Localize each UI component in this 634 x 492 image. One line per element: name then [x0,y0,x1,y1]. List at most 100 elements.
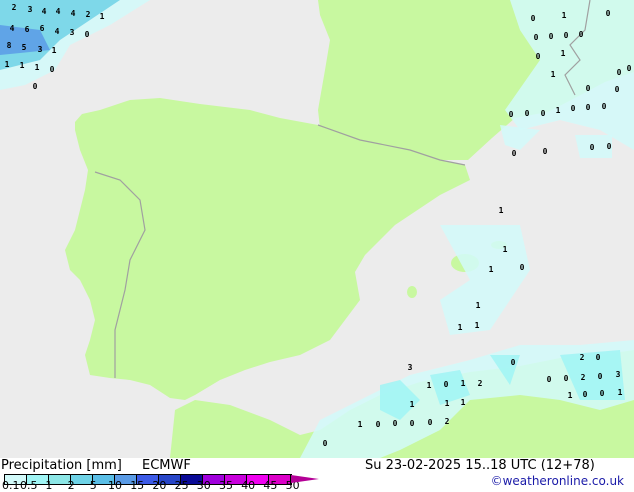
precipitation-map: 2 3 4 4 4 2 14 6 6 4 3 08 5 3 11 1 1 000 1 00 0 0 00 10010 00 0 0 1… [0,0,634,458]
precip-value-label: 0 [598,372,603,381]
precip-value-label: 0 [607,142,612,151]
precip-value-label: 0 [564,31,569,40]
precip-value-label: 1 [410,400,415,409]
precip-value-label: 0 [590,143,595,152]
legend-tick-label: 30 [196,479,211,492]
legend-tick-label: 20 [152,479,167,492]
legend-tick-label: 0.1 [2,479,20,492]
precip-value-label: 3 [616,370,621,379]
precip-value-label: 2 [478,379,483,388]
precip-value-label: 0 [543,147,548,156]
precip-value-label: 0 [512,149,517,158]
precip-value-label: 0 [520,263,525,272]
precip-value-label: 0 [586,84,591,93]
precip-value-label: 3 [28,5,33,14]
precip-value-label: 2 [86,10,91,19]
precip-value-label: 4 [42,7,47,16]
precip-value-label: 3 [408,363,413,372]
legend-tick-label: 25 [174,479,189,492]
precip-value-label: 0 [509,110,514,119]
legend-tick-label: 10 [108,479,122,492]
precip-value-label: 1 [35,63,40,72]
precip-value-label: 4 [55,27,60,36]
precip-value-label: 1 [568,391,573,400]
precip-value-label: 5 [22,43,27,52]
precip-value-label: 1 [499,206,504,215]
island-ibiza [407,286,417,298]
precip-value-label: 0 [615,85,620,94]
legend-tick-label: 2 [67,479,75,492]
legend-tick-label: 0.5 [20,479,38,492]
precip-value-label: 1 [427,381,432,390]
precip-value-label: 4 [10,24,15,33]
valid-time: Su 23-02-2025 15..18 UTC (12+78) [365,458,595,473]
legend-tick-label: 1 [45,479,53,492]
precip-value-label: 0 [579,30,584,39]
precip-value-label: 0 [525,109,530,118]
precip-value-label: 1 [562,11,567,20]
precip-value-label: 6 [25,25,30,34]
precip-value-label: 2 [580,353,585,362]
precip-value-label: 0 [323,439,328,448]
precip-value-label: 0 [393,419,398,428]
legend-tick-label: 35 [219,479,233,492]
precip-value-label: 3 [70,28,75,37]
precip-value-label: 0 [596,353,601,362]
precip-value-label: 0 [531,14,536,23]
precip-value-label: 1 [556,106,561,115]
precip-value-label: 0 [85,30,90,39]
precip-value-label: 1 [475,321,480,330]
legend-tick-label: 15 [130,479,145,492]
precip-value-label: 0 [606,9,611,18]
legend-tick-label: 5 [89,479,97,492]
precip-value-label: 0 [536,52,541,61]
precip-value-label: 2 [581,373,586,382]
precip-value-label: 1 [503,245,508,254]
legend-tick-label: 45 [263,479,278,492]
precip-value-label: 0 [541,109,546,118]
legend-overflow-arrow [291,475,319,483]
precip-value-label: 0 [376,420,381,429]
precip-value-label: 0 [583,390,588,399]
precip-value-label: 0 [534,33,539,42]
precip-value-label: 1 [461,398,466,407]
legend-bar: Precipitation [mm] ECMWF Su 23-02-2025 1… [0,458,634,492]
precip-value-label: 0 [571,104,576,113]
precip-value-label: 0 [444,380,449,389]
precip-value-label: 1 [618,388,623,397]
precip-value-label: 1 [52,46,57,55]
precip-value-label: 1 [358,420,363,429]
precip-value-label: 0 [511,358,516,367]
precip-value-label: 2 [12,3,17,12]
precip-value-label: 0 [564,374,569,383]
precip-value-label: 0 [549,32,554,41]
precip-value-label: 1 [5,60,10,69]
precip-value-label: 1 [461,379,466,388]
precip-value-label: 0 [547,375,552,384]
precip-value-label: 1 [458,323,463,332]
model-name: ECMWF [142,458,191,473]
precip-value-label: 3 [38,45,43,54]
precip-value-label: 0 [586,103,591,112]
precip-value-label: 1 [561,49,566,58]
credit-link[interactable]: ©weatheronline.co.uk [491,474,624,488]
precip-value-label: 0 [617,68,622,77]
precip-value-label: 8 [7,41,12,50]
precip-value-label: 0 [410,419,415,428]
precip-value-label: 4 [71,9,76,18]
precip-value-label: 4 [56,7,61,16]
precip-value-label: 0 [627,64,632,73]
precip-value-label: 1 [476,301,481,310]
precip-value-label: 2 [445,417,450,426]
precip-value-label: 1 [445,399,450,408]
legend-tick-label: 40 [241,479,256,492]
precip-value-label: 1 [551,70,556,79]
precip-value-label: 0 [602,102,607,111]
precip-value-label: 1 [489,265,494,274]
precip-value-label: 0 [50,65,55,74]
precip-value-label: 0 [428,418,433,427]
precip-value-label: 0 [600,389,605,398]
precip-value-label: 1 [20,61,25,70]
map-title: Precipitation [mm] [1,458,122,473]
precip-value-label: 0 [33,82,38,91]
